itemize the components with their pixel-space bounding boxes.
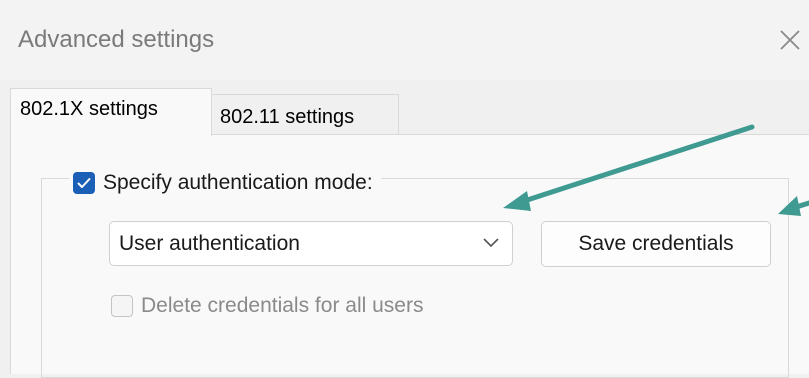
tab-label: 802.11 settings: [220, 106, 355, 128]
tab-label: 802.1X settings: [20, 98, 158, 120]
save-credentials-label: Save credentials: [578, 232, 734, 255]
specify-auth-mode-label: Specify authentication mode:: [103, 171, 373, 194]
tab-80211-settings[interactable]: 802.11 settings: [212, 94, 399, 134]
specify-auth-mode-checkbox-row[interactable]: Specify authentication mode:: [69, 167, 381, 199]
save-credentials-button[interactable]: Save credentials: [541, 221, 771, 267]
auth-mode-value: User authentication: [119, 231, 300, 255]
specify-auth-mode-checkbox[interactable]: [73, 172, 95, 194]
tab-panel: Specify authentication mode: User authen…: [10, 134, 809, 378]
auth-mode-dropdown[interactable]: User authentication: [109, 221, 513, 266]
chevron-down-icon: [483, 238, 499, 248]
close-icon[interactable]: [778, 28, 802, 52]
delete-credentials-checkbox[interactable]: [111, 295, 133, 317]
delete-credentials-label: Delete credentials for all users: [141, 294, 424, 317]
checkmark-icon: [77, 178, 91, 188]
authentication-group: [41, 178, 789, 378]
tab-8021x-settings[interactable]: 802.1X settings: [10, 88, 212, 136]
title-bar: Advanced settings: [0, 0, 809, 80]
window-title: Advanced settings: [18, 26, 215, 53]
delete-credentials-checkbox-row[interactable]: Delete credentials for all users: [111, 291, 423, 321]
